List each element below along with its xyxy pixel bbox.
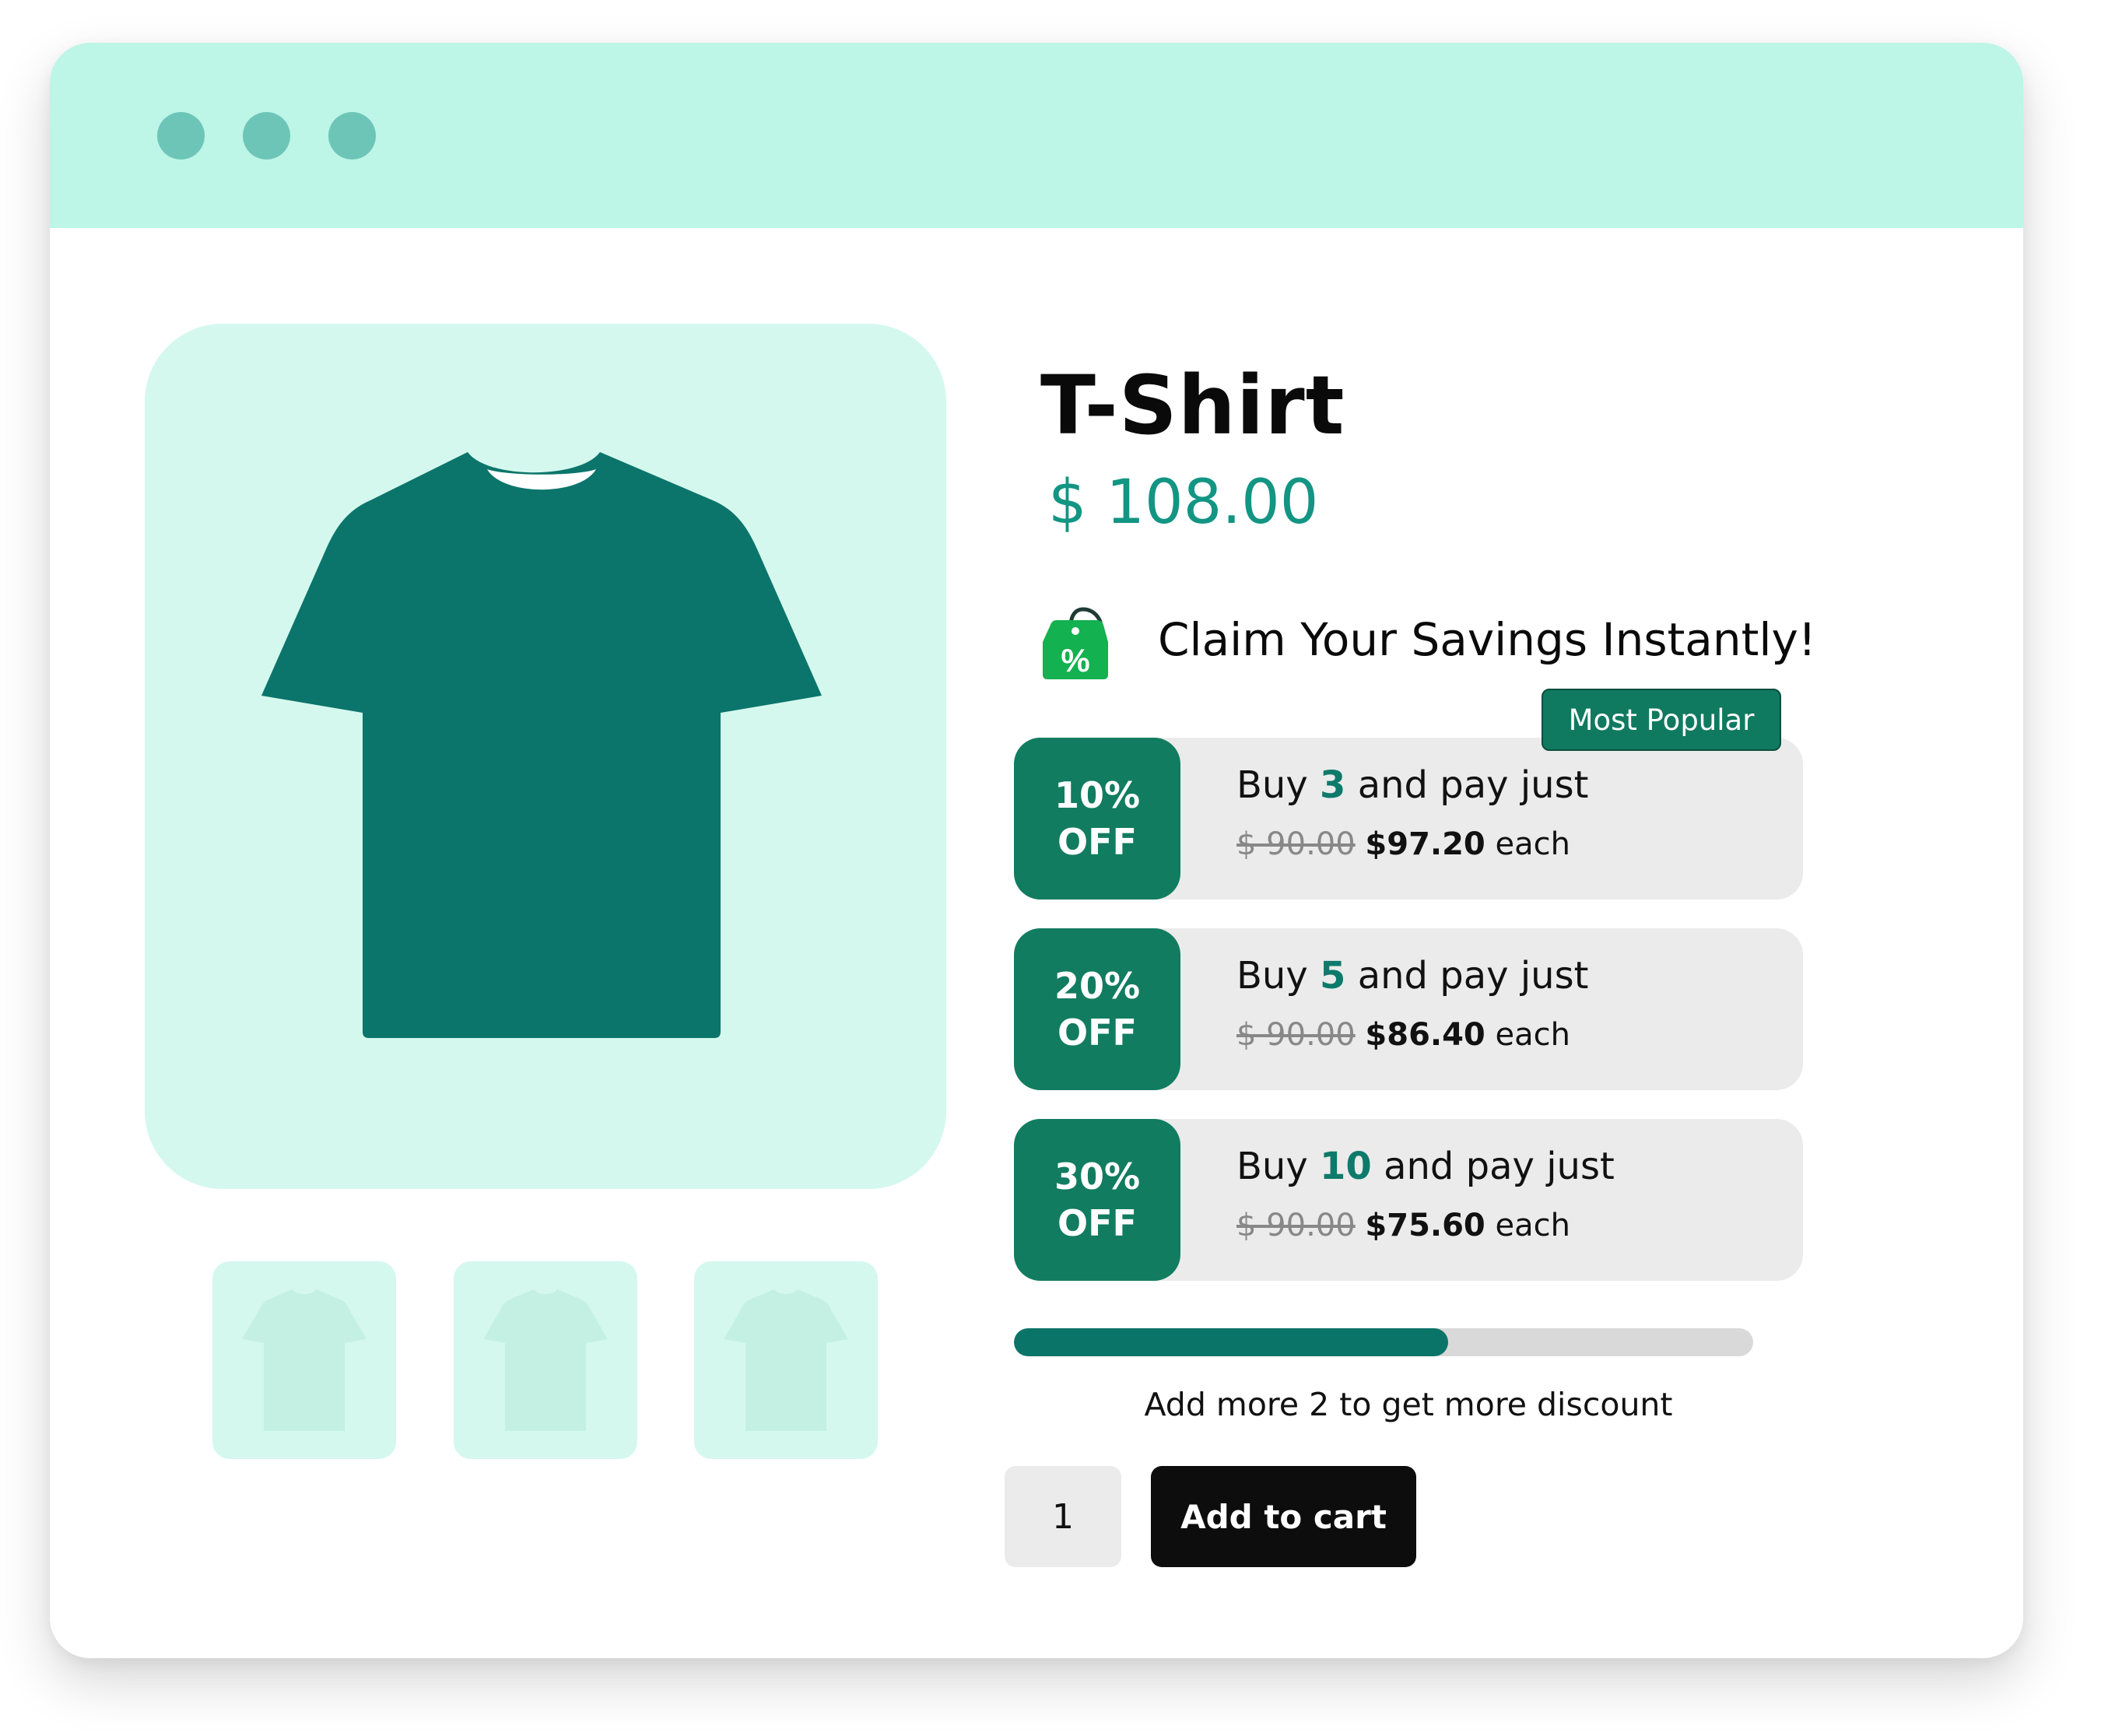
t-shirt-icon xyxy=(242,1289,367,1431)
product-title: T-Shirt xyxy=(1040,358,1345,453)
t-shirt-icon xyxy=(261,452,822,1038)
offer-new-price: $86.40 xyxy=(1365,1017,1485,1053)
product-thumbnail-3[interactable] xyxy=(694,1261,878,1459)
offer-headline: Buy 10 and pay just xyxy=(1236,1145,1615,1188)
offer-card-2[interactable]: 20% OFF Buy 5 and pay just $ 90.00 $86.4… xyxy=(1014,928,1803,1090)
offer-buy: Buy xyxy=(1236,1145,1308,1188)
offer-pay-text: and pay just xyxy=(1357,763,1589,807)
quantity-input[interactable] xyxy=(1005,1466,1121,1567)
window-dot-1[interactable] xyxy=(157,112,205,160)
offer-buy: Buy xyxy=(1236,763,1308,807)
progress-fill xyxy=(1014,1328,1448,1356)
window-dot-2[interactable] xyxy=(243,112,290,160)
offer-card-3[interactable]: 30% OFF Buy 10 and pay just $ 90.00 $75.… xyxy=(1014,1119,1803,1281)
offer-card-1[interactable]: 10% OFF Buy 3 and pay just $ 90.00 $97.2… xyxy=(1014,738,1803,900)
t-shirt-icon xyxy=(483,1289,608,1431)
offer-new-price: $97.20 xyxy=(1365,826,1485,862)
window-titlebar xyxy=(50,43,2023,228)
offer-old-price: $ 90.00 xyxy=(1236,1017,1356,1053)
offer-quantity: 5 xyxy=(1320,954,1346,998)
offer-each: each xyxy=(1495,1208,1570,1243)
offer-badge: 30% OFF xyxy=(1014,1119,1180,1281)
offer-old-price: $ 90.00 xyxy=(1236,1208,1356,1243)
product-thumbnail-1[interactable] xyxy=(212,1261,396,1459)
svg-text:%: % xyxy=(1061,642,1089,679)
offer-percent: 30% xyxy=(1054,1156,1141,1198)
offer-pay-text: and pay just xyxy=(1384,1145,1615,1188)
discount-progress-bar xyxy=(1014,1328,1753,1356)
progress-message: Add more 2 to get more discount xyxy=(1144,1386,1673,1423)
offer-quantity: 10 xyxy=(1320,1145,1372,1188)
offer-headline: Buy 3 and pay just xyxy=(1236,763,1588,807)
window-dot-3[interactable] xyxy=(328,112,376,160)
offer-pay-text: and pay just xyxy=(1357,954,1589,998)
offer-each: each xyxy=(1495,1017,1570,1053)
offer-pricing: $ 90.00 $97.20 each xyxy=(1236,826,1570,862)
offer-new-price: $75.60 xyxy=(1365,1208,1485,1243)
add-to-cart-button[interactable]: Add to cart xyxy=(1151,1466,1416,1567)
product-main-image xyxy=(145,324,946,1189)
t-shirt-icon xyxy=(724,1289,848,1431)
product-thumbnail-2[interactable] xyxy=(454,1261,637,1459)
offer-percent: 20% xyxy=(1054,965,1141,1007)
offer-percent: 10% xyxy=(1054,774,1141,816)
offer-old-price: $ 90.00 xyxy=(1236,826,1356,862)
offer-pricing: $ 90.00 $75.60 each xyxy=(1236,1208,1570,1243)
offer-off: OFF xyxy=(1058,1202,1137,1244)
offer-badge: 10% OFF xyxy=(1014,738,1180,900)
offer-quantity: 3 xyxy=(1320,763,1346,807)
offer-badge: 20% OFF xyxy=(1014,928,1180,1090)
offer-off: OFF xyxy=(1058,821,1137,863)
offer-buy: Buy xyxy=(1236,954,1308,998)
offer-pricing: $ 90.00 $86.40 each xyxy=(1236,1017,1570,1053)
offer-headline: Buy 5 and pay just xyxy=(1236,954,1588,998)
product-price: $ 108.00 xyxy=(1048,468,1319,538)
offer-off: OFF xyxy=(1058,1012,1137,1054)
most-popular-badge: Most Popular xyxy=(1542,689,1781,751)
discount-tag-icon: % xyxy=(1043,607,1108,679)
savings-heading: Claim Your Savings Instantly! xyxy=(1158,613,1817,666)
offer-each: each xyxy=(1495,826,1570,862)
browser-window: T-Shirt $ 108.00 % Claim Your Savings In… xyxy=(50,43,2023,1658)
